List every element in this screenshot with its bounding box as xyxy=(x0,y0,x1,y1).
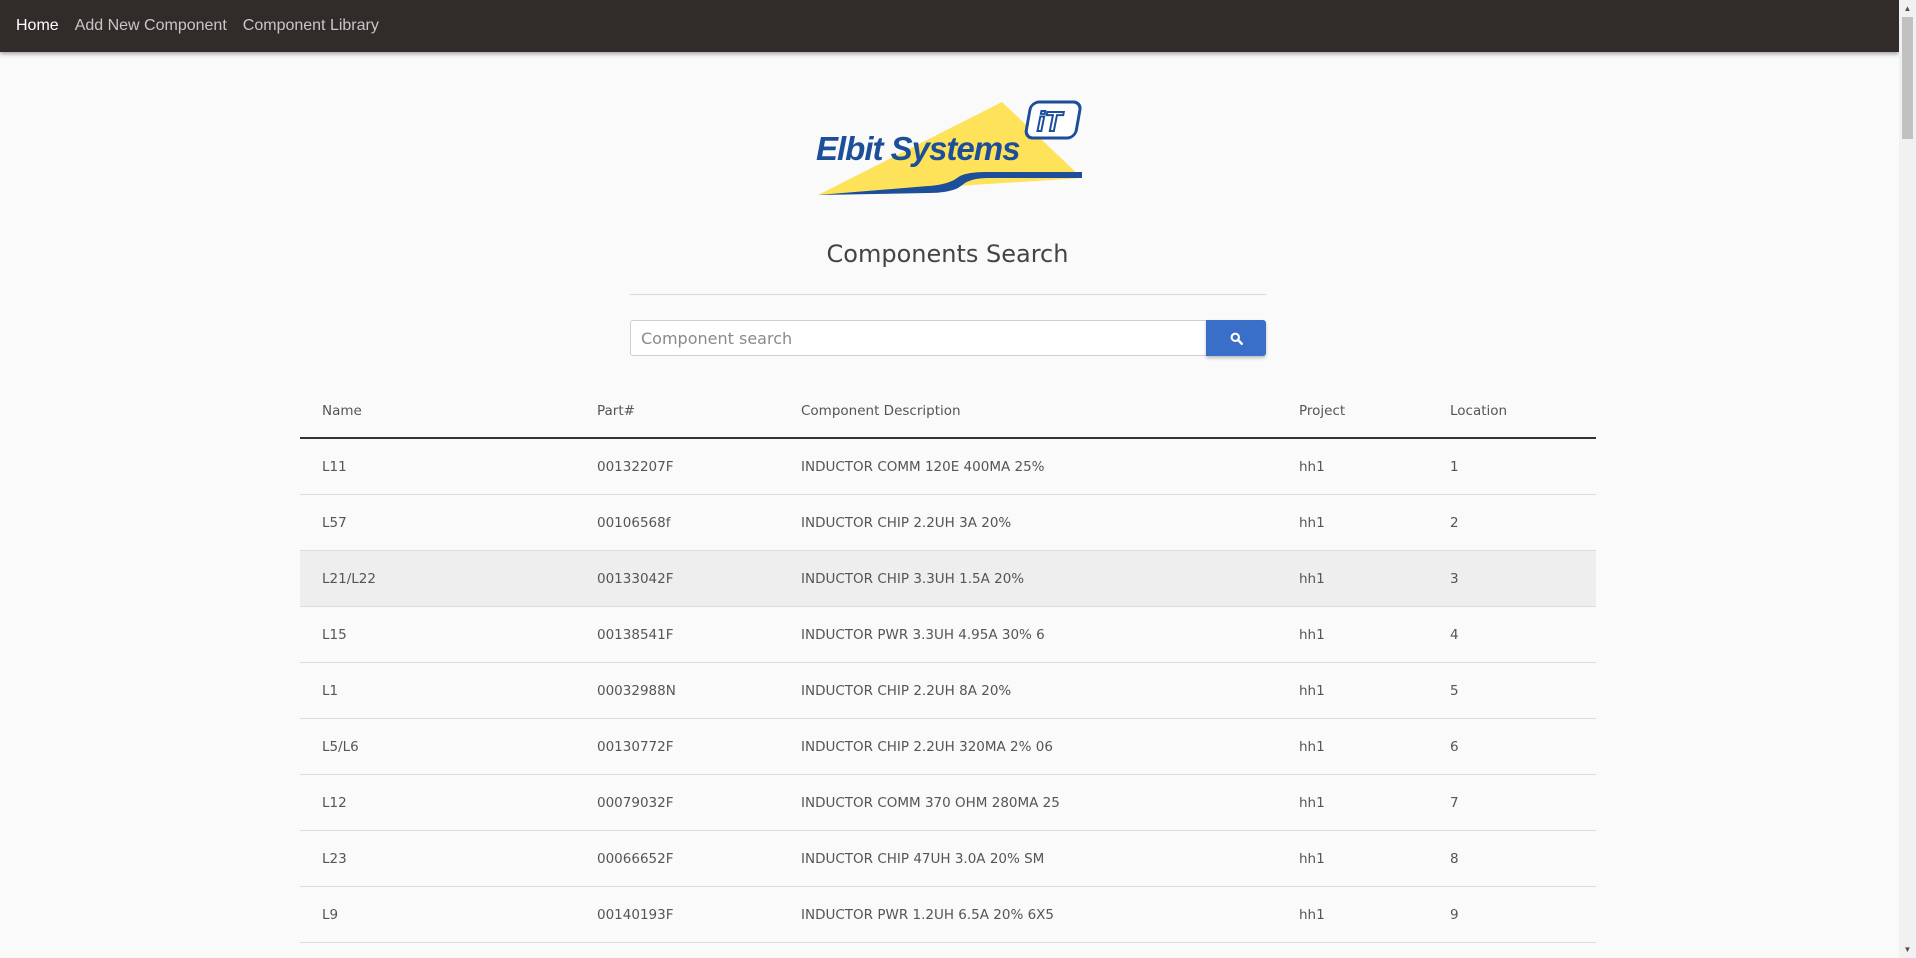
header-part-number[interactable]: Part# xyxy=(575,385,779,439)
logo-wordmark: Elbit Systems xyxy=(816,130,1020,167)
nav-add-new-component[interactable]: Add New Component xyxy=(75,17,227,35)
scroll-down-arrow-icon[interactable]: ▼ xyxy=(1899,941,1916,958)
cell-location: 1 xyxy=(1428,438,1596,495)
header-component-description[interactable]: Component Description xyxy=(779,385,1277,439)
cell-project: hh1 xyxy=(1277,606,1428,663)
table-row[interactable]: L11 00132207F INDUCTOR COMM 120E 400MA 2… xyxy=(300,438,1596,495)
table-row[interactable]: L9 00140193F INDUCTOR PWR 1.2UH 6.5A 20%… xyxy=(300,886,1596,943)
cell-description: INDUCTOR COMM 370 OHM 280MA 25 xyxy=(779,774,1277,831)
cell-project: hh1 xyxy=(1277,550,1428,607)
cell-name: L1 xyxy=(300,662,575,719)
search-box xyxy=(630,320,1266,356)
nav-home[interactable]: Home xyxy=(16,17,59,35)
cell-part-number: 00130772F xyxy=(575,718,779,775)
cell-name: L5/L6 xyxy=(300,718,575,775)
cell-description: INDUCTOR CHIP 47UH 3.0A 20% SM xyxy=(779,830,1277,887)
cell-part-number: 00079032F xyxy=(575,774,779,831)
cell-location: 9 xyxy=(1428,886,1596,943)
cell-description: INDUCTOR PWR 3.3UH 4.95A 30% 6 xyxy=(779,606,1277,663)
top-navbar: Home Add New Component Component Library xyxy=(0,0,1899,52)
cell-project: hh1 xyxy=(1277,830,1428,887)
cell-location: 7 xyxy=(1428,774,1596,831)
logo-badge: iT xyxy=(1037,106,1065,137)
cell-description: INDUCTOR PWR 1.2UH 6.5A 20% 6X5 xyxy=(779,886,1277,943)
cell-name: L15 xyxy=(300,606,575,663)
cell-description: INDUCTOR CHIP 2.2UH 320MA 2% 06 xyxy=(779,718,1277,775)
cell-description: INDUCTOR CHIP 2.2UH 8A 20% xyxy=(779,662,1277,719)
component-search-input[interactable] xyxy=(630,320,1206,356)
scroll-up-arrow-icon[interactable]: ▲ xyxy=(1899,0,1916,17)
cell-part-number: 00133042F xyxy=(575,550,779,607)
cell-project: hh1 xyxy=(1277,718,1428,775)
cell-description: INDUCTOR COMM 120E 400MA 25% xyxy=(779,438,1277,495)
search-icon xyxy=(1230,332,1243,345)
cell-location: 5 xyxy=(1428,662,1596,719)
cell-part-number: 00140193F xyxy=(575,886,779,943)
cell-name: L9 xyxy=(300,886,575,943)
cell-name: L21/L22 xyxy=(300,550,575,607)
table-row[interactable]: L21/L22 00133042F INDUCTOR CHIP 3.3UH 1.… xyxy=(300,550,1596,607)
cell-project: hh1 xyxy=(1277,886,1428,943)
divider xyxy=(630,294,1266,295)
cell-part-number: 00066652F xyxy=(575,830,779,887)
cell-location: 6 xyxy=(1428,718,1596,775)
cell-name: L11 xyxy=(300,438,575,495)
cell-part-number: 00032988N xyxy=(575,662,779,719)
table-row[interactable]: L23 00066652F INDUCTOR CHIP 47UH 3.0A 20… xyxy=(300,830,1596,887)
cell-description: INDUCTOR CHIP 2.2UH 3A 20% xyxy=(779,494,1277,551)
cell-name: L23 xyxy=(300,830,575,887)
cell-part-number: 00132207F xyxy=(575,438,779,495)
header-location[interactable]: Location xyxy=(1428,385,1596,439)
header-project[interactable]: Project xyxy=(1277,385,1428,439)
table-row[interactable]: L1 00032988N INDUCTOR CHIP 2.2UH 8A 20% … xyxy=(300,662,1596,719)
cell-name: L12 xyxy=(300,774,575,831)
cell-project: hh1 xyxy=(1277,494,1428,551)
cell-project: hh1 xyxy=(1277,662,1428,719)
components-table: Name Part# Component Description Project… xyxy=(300,385,1596,943)
cell-location: 3 xyxy=(1428,550,1596,607)
cell-location: 4 xyxy=(1428,606,1596,663)
table-header-row: Name Part# Component Description Project… xyxy=(300,385,1596,439)
vertical-scrollbar[interactable]: ▲ ▼ xyxy=(1899,0,1916,958)
cell-name: L57 xyxy=(300,494,575,551)
cell-location: 2 xyxy=(1428,494,1596,551)
table-row[interactable]: L57 00106568f INDUCTOR CHIP 2.2UH 3A 20%… xyxy=(300,494,1596,551)
search-button[interactable] xyxy=(1206,320,1266,356)
elbit-systems-logo: Elbit Systems iT xyxy=(816,100,1082,195)
cell-part-number: 00106568f xyxy=(575,494,779,551)
cell-project: hh1 xyxy=(1277,774,1428,831)
table-row[interactable]: L5/L6 00130772F INDUCTOR CHIP 2.2UH 320M… xyxy=(300,718,1596,775)
cell-project: hh1 xyxy=(1277,438,1428,495)
nav-component-library[interactable]: Component Library xyxy=(243,17,379,35)
cell-location: 8 xyxy=(1428,830,1596,887)
cell-part-number: 00138541F xyxy=(575,606,779,663)
header-name[interactable]: Name xyxy=(300,385,575,439)
scrollbar-thumb[interactable] xyxy=(1902,17,1913,139)
page-title: Components Search xyxy=(826,240,1069,268)
table-row[interactable]: L12 00079032F INDUCTOR COMM 370 OHM 280M… xyxy=(300,774,1596,831)
cell-description: INDUCTOR CHIP 3.3UH 1.5A 20% xyxy=(779,550,1277,607)
table-row[interactable]: L15 00138541F INDUCTOR PWR 3.3UH 4.95A 3… xyxy=(300,606,1596,663)
